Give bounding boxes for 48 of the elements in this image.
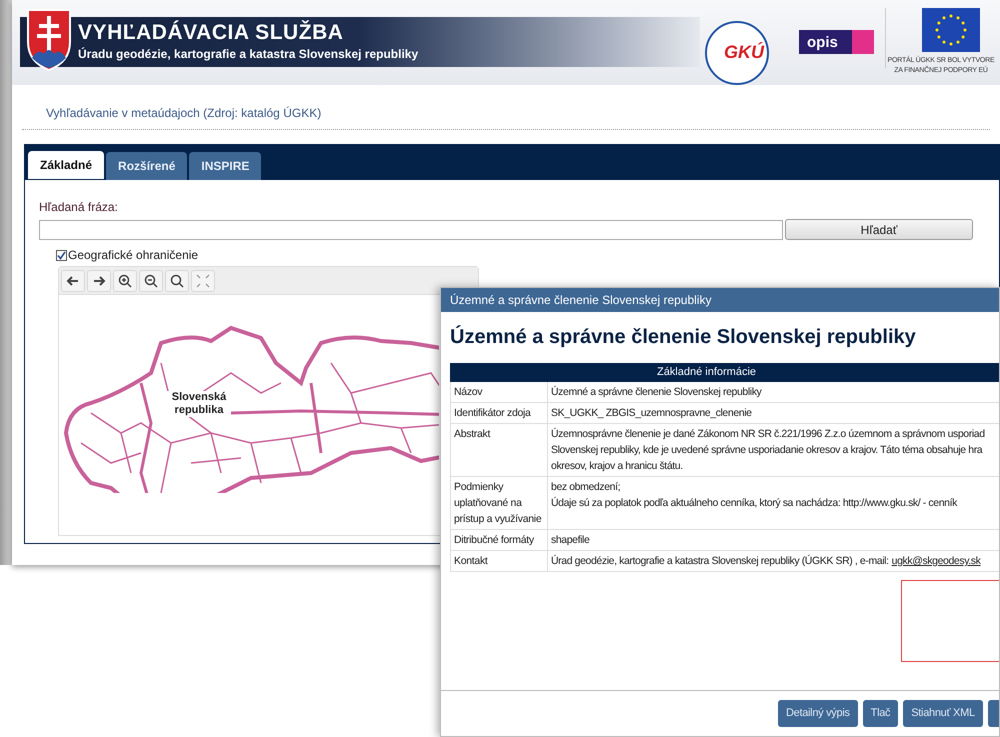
table-cell: Kontakt: [451, 551, 548, 571]
table-cell-text: Úrad geodézie, kartografie a katastra Slovenskej republiky (ÚGKK SR) , e-mail:: [551, 554, 889, 569]
zoom-in-icon: [117, 272, 133, 288]
table-cell-text: shapefile: [551, 533, 590, 548]
table-cell: Názov: [451, 382, 548, 402]
table-cell-text: Územné a správne členenie Slovenskej republiky: [551, 384, 762, 400]
table-header: Základné informácie: [450, 363, 999, 382]
map-tool-button[interactable]: [87, 270, 111, 292]
table-cell: Abstrakt: [451, 424, 548, 476]
coat-of-arms-icon: [26, 8, 72, 72]
table-cell-text: SK_UGKK_ ZBGIS_uzemnospravne_clenenie: [551, 406, 752, 421]
map-tool-button[interactable]: [165, 270, 189, 292]
fullscreen-icon: [195, 272, 211, 288]
breadcrumb: Vyhľadávanie v metaúdajoch (Zdroj: katalóg ÚGKK): [46, 106, 322, 120]
search-button[interactable]: Hľadať: [785, 219, 973, 240]
table-cell: Podmienky uplatňované na prístup a využívanie: [451, 477, 548, 529]
table-cell-text: Územnosprávne členenie je dané Zákonom NR SR č.221/1996 Z.z.o územnom a správnom usporiad: [551, 426, 985, 442]
eu-flag-icon: [922, 8, 980, 52]
checkbox[interactable]: [56, 250, 67, 260]
gku-logo: GKÚ: [705, 20, 769, 84]
map-tool-button[interactable]: [139, 270, 163, 292]
search-field[interactable]: [39, 220, 783, 240]
tab[interactable]: Základné: [28, 151, 104, 179]
table-cell-text: bez obmedzení;: [551, 480, 620, 495]
table-cell-text: okresov, krajov a hranicu štátu.: [551, 459, 683, 474]
email-link[interactable]: ugkk@skgeodesy.sk: [892, 553, 980, 569]
search-icon: [169, 272, 185, 288]
tab[interactable]: Rozšírené: [106, 152, 188, 180]
dialog-heading: Územné a správne členenie Slovenskej republiky: [449, 324, 917, 350]
table-cell-text: Údaje sú za poplatok podľa aktuálneho cenníka, ktorý sa nachádza: http://www.gku.sk/ - cenník: [551, 496, 957, 511]
search-label: Hľadaná fráza:: [39, 199, 119, 216]
dialog-title-bar: Územné a správne členenie Slovenskej republiky: [441, 288, 999, 312]
checkmark-icon: [57, 250, 66, 260]
opis-logo: opis: [799, 30, 874, 54]
map-tool-button[interactable]: [61, 270, 85, 292]
table-cell: Identifikátor zdoja: [451, 403, 548, 423]
map-tool-button[interactable]: [113, 270, 137, 292]
tab[interactable]: INSPIRE: [189, 152, 262, 180]
dialog-button[interactable]: Detailný výpis: [778, 700, 858, 727]
dialog-button[interactable]: Tlač: [862, 700, 898, 727]
checkbox-label: Geografické ohraničenie: [68, 247, 198, 264]
table-cell-text: Slovenskej republiky, kde je uvedené správne usporiadanie okresov a krajov. Táto téma obsahuje hra: [551, 443, 982, 458]
table-cell: Ditribučné formáty: [451, 530, 548, 550]
dialog-button[interactable]: Stiahnuť XML: [903, 700, 983, 727]
site-title: VYHĽADÁVACIA SLUŽBA: [78, 20, 344, 46]
map-label: Slovenská republika: [167, 391, 231, 417]
site-subtitle: Úradu geodézie, kartografie a katastra Slovenskej republiky: [78, 46, 418, 62]
zoom-out-icon: [143, 272, 159, 288]
